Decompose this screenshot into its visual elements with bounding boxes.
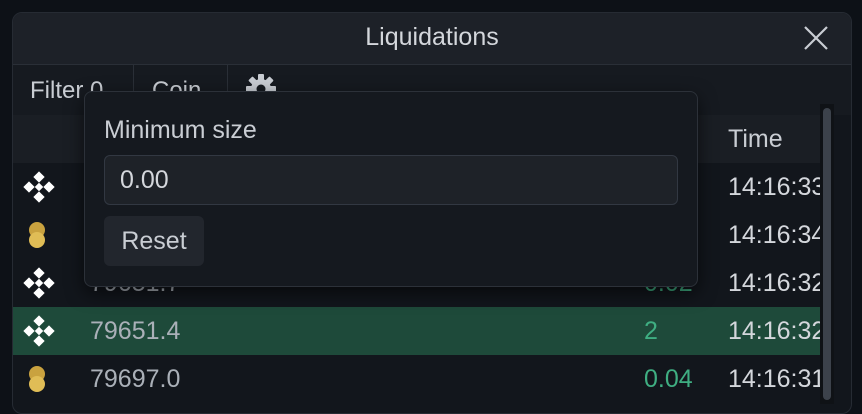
price-cell: 79651.4 [90, 317, 181, 345]
close-icon[interactable] [803, 25, 829, 51]
binance-icon [23, 171, 55, 203]
time-column-header[interactable]: Time [728, 125, 783, 154]
title-bar: Liquidations [13, 13, 851, 65]
reset-button[interactable]: Reset [104, 216, 204, 266]
table-row[interactable]: 79697.0 0.04 14:16:31 [13, 355, 831, 403]
time-cell: 14:16:32 [728, 269, 826, 297]
time-cell: 14:16:32 [728, 317, 826, 345]
window-title: Liquidations [365, 23, 499, 51]
scroll-thumb[interactable] [823, 108, 831, 400]
time-cell: 14:16:34 [728, 221, 826, 249]
minimum-size-input[interactable] [104, 155, 678, 205]
time-cell: 14:16:31 [728, 365, 826, 393]
binance-icon [23, 267, 55, 299]
size-cell: 2 [644, 317, 658, 345]
gold-coin-icon [23, 219, 55, 251]
minimum-size-label: Minimum size [104, 116, 257, 144]
size-cell: 0.04 [644, 365, 693, 393]
gold-coin-icon [23, 363, 55, 395]
binance-icon [23, 315, 55, 347]
filter-popup: Minimum size Reset [84, 91, 698, 287]
scrollbar[interactable] [820, 104, 834, 404]
table-row[interactable]: 79651.4 2 14:16:32 [13, 307, 831, 355]
time-cell: 14:16:33 [728, 173, 826, 201]
price-cell: 79697.0 [90, 365, 181, 393]
